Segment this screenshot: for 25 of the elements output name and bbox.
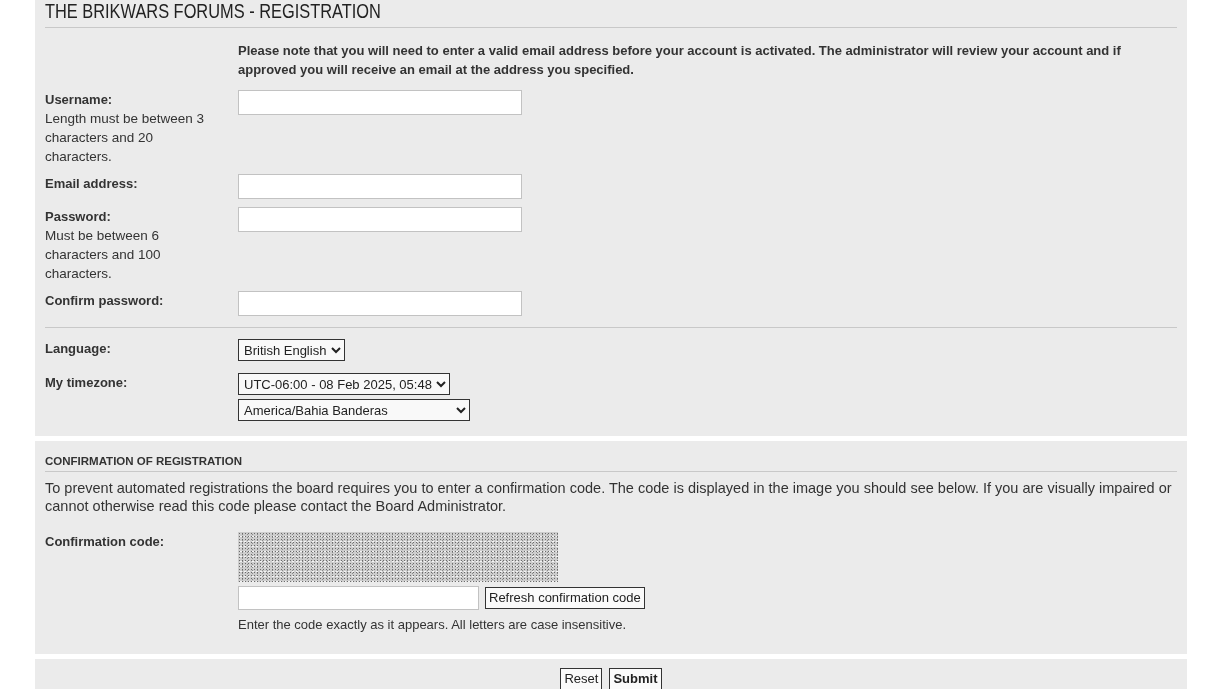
notice-text: Please note that you will need to enter a valid email address before your account is activated. The administrator will review your account and if approved you will receive an email at the address you specified.	[238, 42, 1122, 79]
input-field[interactable]	[238, 291, 522, 316]
field-label: Language:	[45, 340, 112, 358]
refresh-button[interactable]: Refresh confirmation code	[485, 587, 645, 609]
dropdown-select[interactable]: America/Bahia Banderas	[238, 399, 470, 421]
reset-button[interactable]: Reset	[560, 668, 603, 689]
submit-button[interactable]: Submit	[609, 668, 662, 689]
field-label: Confirm password:	[45, 292, 165, 310]
field-label: My timezone:	[45, 374, 129, 392]
hint-text: Enter the code exactly as it appears. All letters are case insensitive.	[238, 616, 628, 634]
field-label: Confirmation code:	[45, 533, 166, 551]
input-field[interactable]	[238, 207, 522, 232]
input-field[interactable]	[238, 90, 522, 115]
dropdown-select[interactable]: British English	[238, 339, 345, 361]
field-hint: Length must be between 3 characters and 20 characters.	[45, 110, 206, 166]
code-input-field[interactable]	[238, 586, 479, 610]
section-heading: CONFIRMATION OF REGISTRATION	[45, 454, 1177, 472]
intro-text: To prevent automated registrations the board requires you to enter a confirmation code. The code is displayed in the image you should see below. If you are visually impaired or cannot otherwise read this code please contact the Board Administrator.	[45, 479, 1173, 515]
field-label: Email address:	[45, 175, 139, 193]
input-field[interactable]	[238, 174, 522, 199]
page-title: THE BRIKWARS FORUMS - REGISTRATION	[45, 0, 381, 21]
dropdown-select[interactable]: UTC-06:00 - 08 Feb 2025, 05:48	[238, 373, 450, 395]
field-label: Username:	[45, 91, 114, 109]
field-label: Password:	[45, 208, 112, 226]
field-hint: Must be between 6 characters and 100 characters.	[45, 227, 162, 283]
